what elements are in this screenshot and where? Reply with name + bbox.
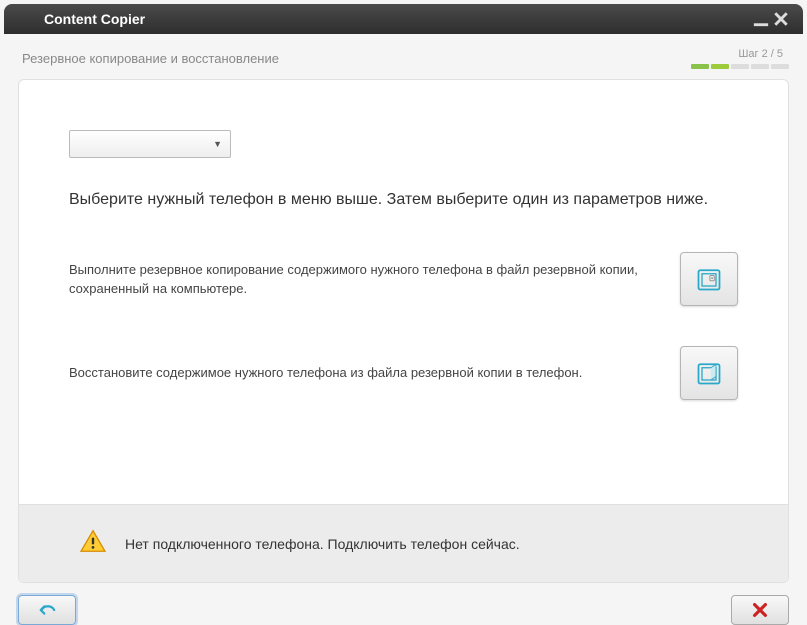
restore-description: Восстановите содержимое нужного телефона… — [69, 363, 660, 383]
instruction-text: Выберите нужный телефон в меню выше. Зат… — [19, 188, 788, 252]
dropdown-row: ▼ — [19, 130, 788, 188]
step-seg-1 — [691, 64, 709, 69]
back-arrow-icon — [36, 601, 58, 619]
subheader: Резервное копирование и восстановление Ш… — [0, 34, 807, 79]
phone-select-dropdown[interactable]: ▼ — [69, 130, 231, 158]
warning-triangle-icon — [79, 529, 107, 558]
window: Content Copier Резервное копирование и в… — [0, 0, 807, 625]
step-seg-2 — [711, 64, 729, 69]
status-message: Нет подключенного телефона. Подключить т… — [125, 536, 520, 552]
window-title: Content Copier — [44, 11, 751, 27]
step-label: Шаг 2 / 5 — [738, 48, 783, 60]
status-bar: Нет подключенного телефона. Подключить т… — [19, 504, 788, 582]
safe-open-icon — [695, 359, 723, 387]
restore-row: Восстановите содержимое нужного телефона… — [19, 346, 788, 440]
cancel-button[interactable] — [731, 595, 789, 625]
page-subtitle: Резервное копирование и восстановление — [22, 51, 279, 66]
spacer — [19, 440, 788, 504]
minimize-button[interactable] — [751, 9, 771, 29]
backup-description: Выполните резервное копирование содержим… — [69, 260, 660, 299]
cancel-x-icon — [749, 601, 771, 619]
restore-button[interactable] — [680, 346, 738, 400]
safe-lock-icon — [695, 265, 723, 293]
back-button[interactable] — [18, 595, 76, 625]
close-icon — [771, 9, 791, 29]
step-seg-5 — [771, 64, 789, 69]
close-button[interactable] — [771, 9, 791, 29]
minimize-icon — [751, 9, 771, 29]
backup-button[interactable] — [680, 252, 738, 306]
titlebar: Content Copier — [4, 4, 803, 34]
footer — [0, 583, 807, 625]
step-indicator: Шаг 2 / 5 — [691, 48, 789, 69]
step-segments — [691, 64, 789, 69]
backup-row: Выполните резервное копирование содержим… — [19, 252, 788, 346]
main-panel: ▼ Выберите нужный телефон в меню выше. З… — [18, 79, 789, 583]
chevron-down-icon: ▼ — [213, 139, 222, 149]
step-seg-3 — [731, 64, 749, 69]
step-seg-4 — [751, 64, 769, 69]
